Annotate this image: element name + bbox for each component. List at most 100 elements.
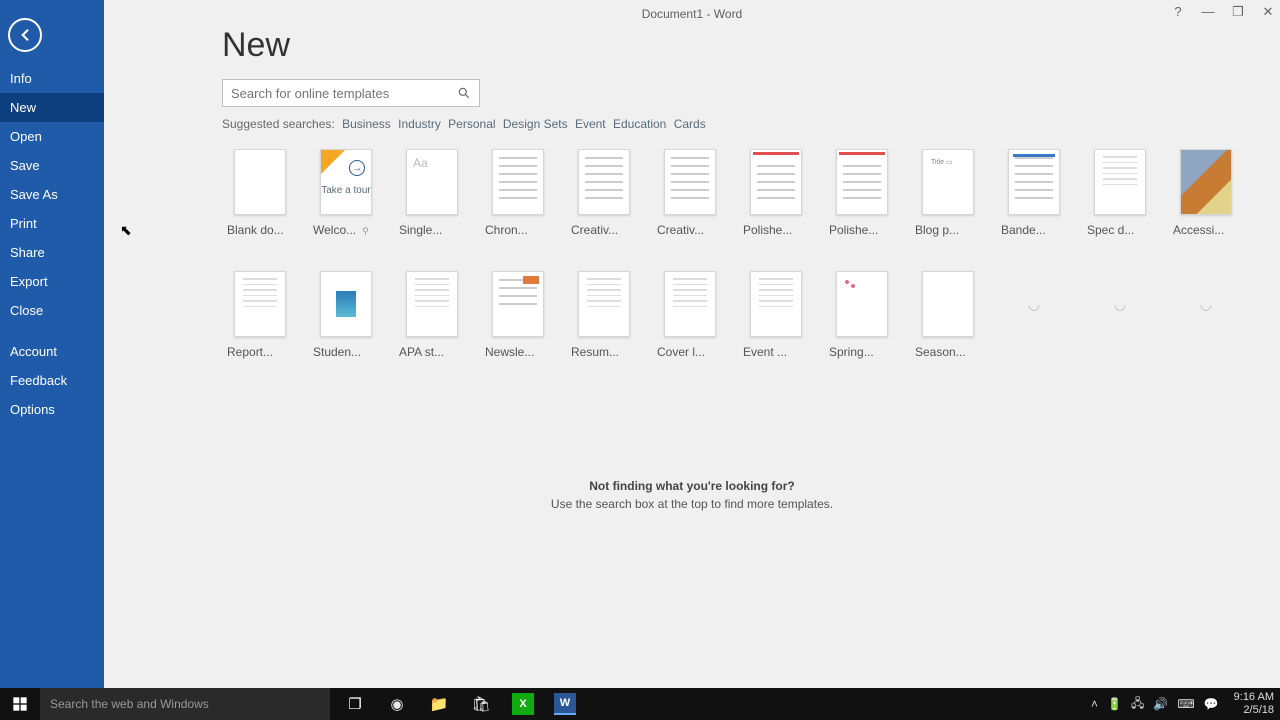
- pin-icon[interactable]: ⚲: [362, 226, 369, 236]
- suggested-design-sets[interactable]: Design Sets: [503, 117, 568, 131]
- tray-network-icon[interactable]: 🖧: [1131, 694, 1144, 715]
- template-tile[interactable]: Spring...: [836, 271, 888, 359]
- footer-message: Not finding what you're looking for? Use…: [104, 479, 1280, 511]
- template-tile[interactable]: Report...: [234, 271, 286, 359]
- sidebar-item-save-as[interactable]: Save As: [0, 180, 104, 209]
- sidebar-item-close[interactable]: Close: [0, 296, 104, 325]
- sidebar-item-open[interactable]: Open: [0, 122, 104, 151]
- footer-line2: Use the search box at the top to find mo…: [104, 497, 1280, 511]
- suggested-cards[interactable]: Cards: [674, 117, 706, 131]
- template-label: Polishe...: [743, 223, 805, 237]
- minimize-button[interactable]: —: [1200, 4, 1216, 20]
- template-tile[interactable]: Accessi...: [1180, 149, 1232, 237]
- template-label: Event ...: [743, 345, 805, 359]
- template-tile[interactable]: [1180, 271, 1232, 359]
- maximize-button[interactable]: ❐: [1230, 4, 1246, 20]
- template-tile[interactable]: Newsle...: [492, 271, 544, 359]
- suggested-label: Suggested searches:: [222, 117, 335, 131]
- template-tile[interactable]: Studen...: [320, 271, 372, 359]
- sidebar-item-feedback[interactable]: Feedback: [0, 366, 104, 395]
- chrome-icon[interactable]: ◉: [376, 688, 418, 720]
- system-tray: ˄ 🔋 🖧 🔊 ⌨ 💬 9:16 AM 2/5/18: [1091, 691, 1280, 717]
- template-tile[interactable]: APA st...: [406, 271, 458, 359]
- template-thumb: [234, 271, 286, 337]
- suggested-industry[interactable]: Industry: [398, 117, 441, 131]
- sidebar-item-share[interactable]: Share: [0, 238, 104, 267]
- search-icon[interactable]: [457, 86, 471, 100]
- template-thumb: [664, 271, 716, 337]
- template-tile[interactable]: Title ▭Blog p...: [922, 149, 974, 237]
- suggested-event[interactable]: Event: [575, 117, 606, 131]
- tray-keyboard-icon[interactable]: ⌨: [1177, 697, 1194, 711]
- tray-battery-icon[interactable]: 🔋: [1107, 697, 1122, 711]
- sidebar-item-info[interactable]: Info: [0, 64, 104, 93]
- back-button[interactable]: [8, 18, 42, 52]
- template-label: Report...: [227, 345, 289, 359]
- template-tile[interactable]: Polishe...: [750, 149, 802, 237]
- template-label: Chron...: [485, 223, 547, 237]
- taskbar-search[interactable]: Search the web and Windows: [40, 688, 330, 720]
- sidebar-item-options[interactable]: Options: [0, 395, 104, 424]
- help-button[interactable]: ?: [1170, 4, 1186, 20]
- template-tile[interactable]: Creativ...: [664, 149, 716, 237]
- start-button[interactable]: [0, 688, 40, 720]
- task-view-icon[interactable]: ❐: [334, 688, 376, 720]
- tray-volume-icon[interactable]: 🔊: [1153, 697, 1168, 711]
- template-search-box[interactable]: [222, 79, 480, 107]
- template-tile[interactable]: Chron...: [492, 149, 544, 237]
- template-tile[interactable]: [1008, 271, 1060, 359]
- taskbar-clock[interactable]: 9:16 AM 2/5/18: [1234, 691, 1274, 717]
- suggested-education[interactable]: Education: [613, 117, 666, 131]
- tray-action-center-icon[interactable]: 💬: [1204, 697, 1219, 711]
- template-thumb: [320, 271, 372, 337]
- template-label: Season...: [915, 345, 977, 359]
- template-tile[interactable]: Bande...: [1008, 149, 1060, 237]
- template-tile[interactable]: [1094, 271, 1146, 359]
- sidebar-item-new[interactable]: New: [0, 93, 104, 122]
- template-label: APA st...: [399, 345, 461, 359]
- window-controls: ? — ❐ ✕: [1170, 4, 1276, 20]
- template-label: Spring...: [829, 345, 891, 359]
- template-tile[interactable]: →Take a tourWelco...⚲: [320, 149, 372, 237]
- taskbar-search-placeholder: Search the web and Windows: [50, 697, 209, 711]
- suggested-business[interactable]: Business: [342, 117, 391, 131]
- template-tile[interactable]: Spec d...: [1094, 149, 1146, 237]
- windows-taskbar: Search the web and Windows ❐ ◉ 📁 🛍 X W ˄…: [0, 688, 1280, 720]
- suggested-personal[interactable]: Personal: [448, 117, 495, 131]
- template-tile[interactable]: Resum...: [578, 271, 630, 359]
- sidebar-item-save[interactable]: Save: [0, 151, 104, 180]
- template-tile[interactable]: Cover l...: [664, 271, 716, 359]
- arrow-left-icon: [16, 26, 34, 44]
- template-tile[interactable]: Season...: [922, 271, 974, 359]
- word-icon[interactable]: W: [554, 693, 576, 715]
- template-label: Creativ...: [657, 223, 719, 237]
- template-tile[interactable]: AaSingle...: [406, 149, 458, 237]
- template-label: Creativ...: [571, 223, 633, 237]
- template-tile[interactable]: Creativ...: [578, 149, 630, 237]
- template-tile[interactable]: Blank do...: [234, 149, 286, 237]
- file-explorer-icon[interactable]: 📁: [418, 688, 460, 720]
- title-bar: Document1 - Word: [104, 0, 1280, 28]
- template-thumb: [578, 149, 630, 215]
- tray-chevron-icon[interactable]: ˄: [1091, 697, 1098, 711]
- document-title: Document1 - Word: [642, 7, 742, 21]
- template-label: Studen...: [313, 345, 375, 359]
- template-label: Welco...⚲: [313, 223, 375, 237]
- sidebar-item-print[interactable]: Print: [0, 209, 104, 238]
- sidebar-item-account[interactable]: Account: [0, 337, 104, 366]
- store-icon[interactable]: 🛍: [460, 688, 502, 720]
- template-thumb: [836, 271, 888, 337]
- template-label: Cover l...: [657, 345, 719, 359]
- template-thumb: [922, 271, 974, 337]
- template-label: Spec d...: [1087, 223, 1149, 237]
- excel-icon[interactable]: X: [512, 693, 534, 715]
- sidebar-item-export[interactable]: Export: [0, 267, 104, 296]
- template-tile[interactable]: Event ...: [750, 271, 802, 359]
- template-tile[interactable]: Polishe...: [836, 149, 888, 237]
- page-title: New: [222, 26, 1280, 65]
- taskbar-apps: ❐ ◉ 📁 🛍 X W: [334, 688, 586, 720]
- close-button[interactable]: ✕: [1260, 4, 1276, 20]
- template-search-input[interactable]: [231, 86, 457, 101]
- template-thumb: [836, 149, 888, 215]
- template-thumb: Title ▭: [922, 149, 974, 215]
